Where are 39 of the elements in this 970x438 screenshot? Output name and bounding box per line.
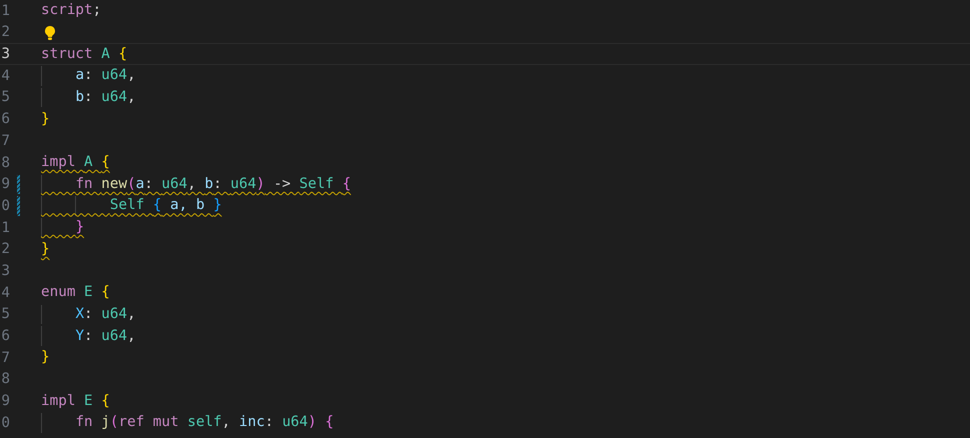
line-number: 2	[0, 25, 10, 40]
line-number: 7	[0, 350, 10, 365]
line-number: 5	[0, 307, 10, 322]
code-line: X: u64,	[74, 306, 136, 324]
code-line: }	[41, 240, 50, 258]
line-number: 6	[0, 329, 10, 344]
code-line: a: u64,	[74, 67, 136, 84]
code-line: }	[41, 349, 50, 366]
lightbulb-icon[interactable]	[44, 24, 56, 41]
line-number: 6	[0, 112, 10, 126]
line-number: 3	[0, 264, 10, 278]
change-marker[interactable]	[17, 196, 20, 216]
line-number: 0	[0, 416, 10, 430]
code-line: Self { a, b }	[108, 197, 222, 215]
code-line: script;	[41, 2, 102, 20]
code-line: }	[41, 110, 50, 128]
code-line: }	[74, 219, 84, 236]
line-number: 1	[0, 4, 10, 18]
code-line: impl A {	[41, 154, 110, 172]
line-number: 8	[0, 372, 10, 387]
line-number: 4	[0, 68, 10, 84]
code-line: fn new(a: u64, b: u64) -> Self {	[74, 176, 351, 193]
change-marker[interactable]	[17, 174, 20, 194]
code-line: Y: u64,	[74, 328, 136, 345]
code-line: b: u64,	[74, 89, 136, 106]
line-number: 2	[0, 242, 10, 257]
line-number: 4	[0, 286, 10, 300]
code-line: fn j(ref mut self, inc: u64) {	[74, 414, 334, 432]
line-number: 3	[0, 47, 10, 62]
line-number: 0	[0, 198, 10, 214]
line-number: 8	[0, 156, 10, 170]
code-line: impl E {	[41, 392, 110, 410]
code-line: struct A {	[41, 46, 128, 63]
code-line: enum E {	[41, 284, 110, 302]
line-number: 9	[0, 177, 10, 192]
line-number: 1	[0, 220, 10, 235]
line-number: 9	[0, 394, 10, 408]
line-number: 5	[0, 90, 10, 105]
line-number: 7	[0, 134, 10, 148]
